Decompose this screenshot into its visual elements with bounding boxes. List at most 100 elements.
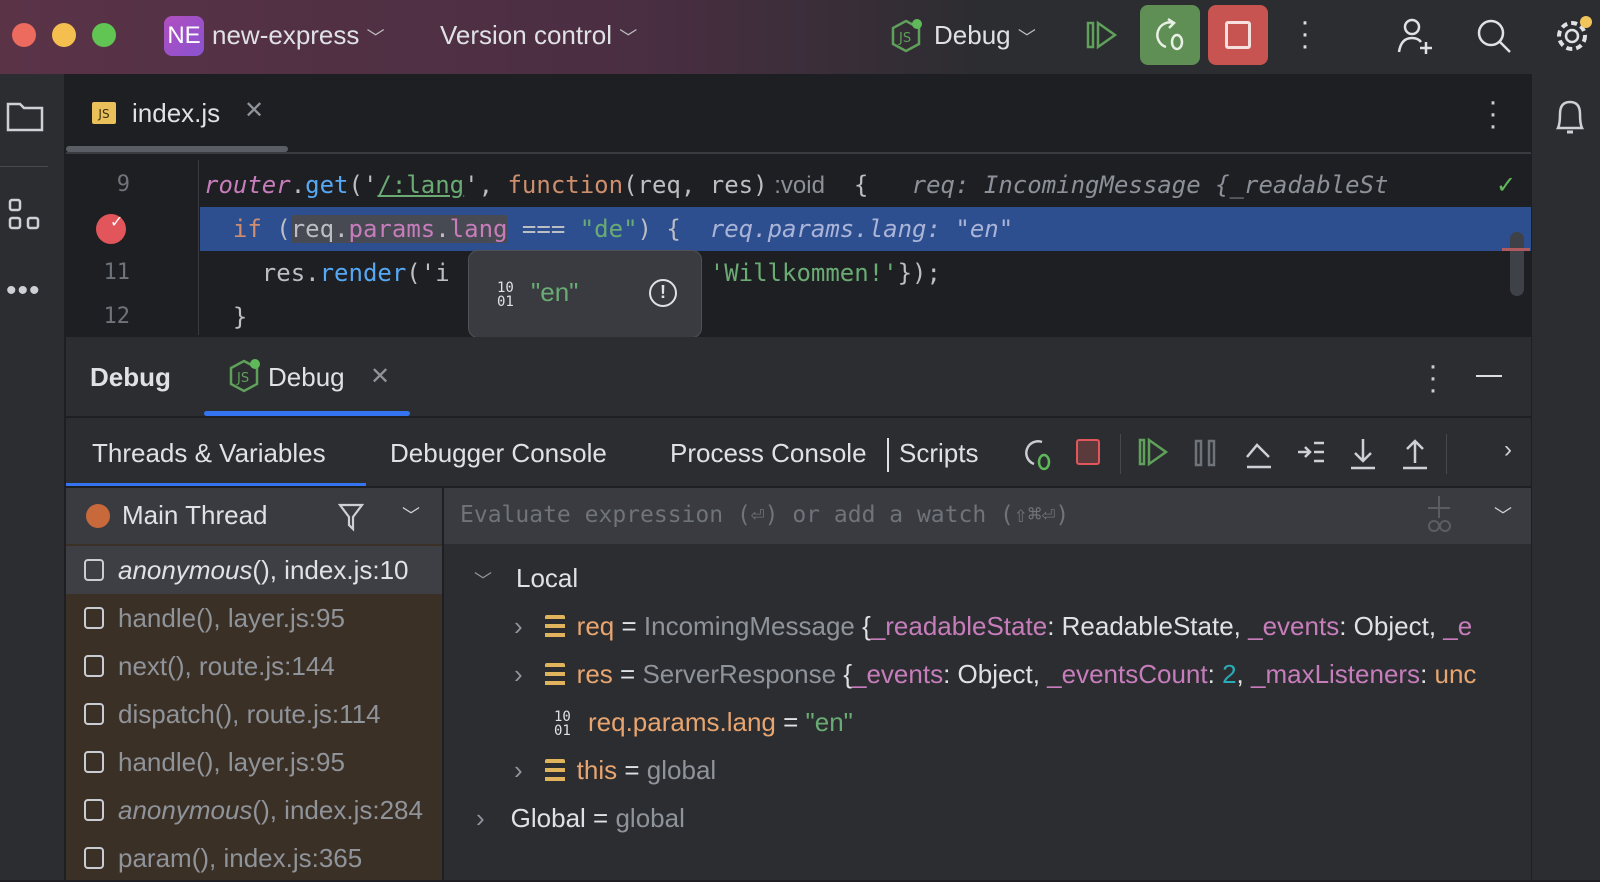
stack-frame[interactable]: handle(), layer.js:95 (66, 738, 442, 786)
rerun-debug-button[interactable] (1140, 5, 1200, 65)
tooltip-value: "en" (531, 277, 579, 307)
colon: : (943, 659, 958, 689)
stop-button[interactable] (1208, 5, 1268, 65)
field-value: Object (957, 659, 1033, 689)
add-watch-icon[interactable] (1424, 494, 1454, 539)
project-folder-icon[interactable] (6, 100, 44, 137)
pause-icon[interactable] (1194, 439, 1218, 472)
divider (66, 416, 1531, 418)
stack-frame[interactable]: next(), route.js:144 (66, 642, 442, 690)
code-line[interactable]: } (204, 295, 247, 339)
tab-debugger-console[interactable]: Debugger Console (390, 438, 607, 469)
code-token: . (290, 171, 306, 199)
editor-scrollbar[interactable] (1510, 232, 1524, 296)
info-icon[interactable]: ! (649, 279, 677, 307)
gutter-divider (198, 160, 199, 335)
tab-index-js[interactable]: index.js (132, 98, 220, 129)
settings-gear-icon[interactable] (1552, 14, 1596, 63)
resume-button[interactable] (1072, 5, 1132, 65)
stack-frame[interactable]: dispatch(), route.js:114 (66, 690, 442, 738)
code-line[interactable]: if (req.params.lang === "de") { req.para… (204, 207, 1013, 251)
frame-icon (84, 655, 104, 677)
structure-icon[interactable] (8, 198, 42, 237)
tab-threads-variables[interactable]: Threads & Variables (92, 438, 326, 469)
sep: , (1428, 611, 1444, 641)
close-window-button[interactable] (12, 23, 36, 47)
stack-frame[interactable]: anonymous(), index.js:284 (66, 786, 442, 834)
breakpoint-marker (1502, 248, 1530, 251)
step-out-icon[interactable] (1400, 437, 1430, 476)
var-name: res (576, 659, 613, 689)
project-selector[interactable]: new-express ﹀ (212, 20, 385, 51)
code-token: 'Willkommen!' (709, 259, 898, 287)
tab-scripts[interactable]: Scripts (899, 438, 978, 469)
maximize-window-button[interactable] (92, 23, 116, 47)
var-name: req (576, 611, 615, 641)
editor-more-icon[interactable]: · · · (1488, 87, 1498, 141)
stop-icon[interactable] (1076, 439, 1100, 465)
resume-icon[interactable] (1138, 437, 1170, 472)
divider (1446, 434, 1447, 474)
colon: : (1420, 659, 1435, 689)
code-token: (' (348, 171, 378, 199)
tab-process-console[interactable]: Process Console (670, 438, 867, 469)
stack-frame[interactable]: anonymous(), index.js:10 (66, 546, 442, 594)
chevron-right-icon[interactable]: › (514, 755, 523, 785)
right-tool-strip (1531, 74, 1600, 880)
variable-this[interactable]: › this = global (514, 746, 716, 794)
object-icon (544, 663, 565, 690)
filter-icon[interactable] (337, 502, 365, 537)
code-token: params (348, 215, 436, 243)
more-tools-icon[interactable]: ••• (6, 274, 41, 308)
primitive-type-icon: 10 01 (554, 709, 571, 740)
divider (887, 438, 889, 472)
frame-icon (84, 751, 104, 773)
scope-label: Local (516, 563, 579, 593)
notifications-bell-icon[interactable] (1552, 98, 1588, 143)
project-badge: NE (164, 16, 204, 56)
session-tab-debug[interactable]: Debug (268, 362, 345, 393)
minimize-window-button[interactable] (52, 23, 76, 47)
frame-location: (), index.js:284 (252, 795, 423, 825)
run-config-selector[interactable]: Debug ﹀ (934, 20, 1036, 51)
frame-function: param (118, 843, 192, 873)
frame-function: handle (118, 603, 197, 633)
stack-frame[interactable]: param(), index.js:365 (66, 834, 442, 882)
chevron-down-icon[interactable]: ﹀ (402, 502, 420, 528)
chevron-right-icon[interactable]: › (514, 659, 523, 689)
variable-req-params-lang[interactable]: 10 01 req.params.lang = "en" (554, 698, 853, 746)
stack-frame[interactable]: handle(), layer.js:95 (66, 594, 442, 642)
panel-more-icon[interactable]: · · · (1428, 351, 1438, 405)
local-scope-node[interactable]: ﹀ Local (474, 554, 578, 602)
close-tab-icon[interactable]: ✕ (244, 96, 264, 125)
step-into-my-code-icon[interactable] (1296, 437, 1326, 476)
evaluate-expression-input[interactable]: Evaluate expression (⏎) or add a watch (… (444, 488, 1531, 544)
eq: = (617, 755, 647, 785)
global-scope-node[interactable]: › Global = global (476, 794, 685, 842)
more-toolbar-chevron-icon[interactable]: › (1504, 436, 1512, 464)
chevron-right-icon[interactable]: › (476, 803, 485, 833)
code-token: ( (261, 215, 291, 243)
rerun-debug-icon[interactable] (1022, 436, 1054, 477)
close-session-icon[interactable]: ✕ (370, 362, 390, 391)
minimize-panel-icon[interactable] (1476, 375, 1502, 377)
colon: : (1047, 611, 1062, 641)
chevron-down-icon[interactable]: ﹀ (1494, 502, 1512, 528)
thread-selector[interactable]: Main Thread ﹀ (66, 488, 442, 544)
svg-text:JS: JS (236, 371, 249, 386)
code-line[interactable]: router.get('/:lang', function(req, res) … (204, 163, 1388, 207)
step-over-icon[interactable] (1244, 437, 1274, 476)
more-actions-icon[interactable]: · · · (1300, 7, 1310, 61)
frame-function: handle (118, 747, 197, 777)
step-into-icon[interactable] (1348, 437, 1378, 476)
variable-res[interactable]: › res = ServerResponse {_events: Object, … (514, 650, 1476, 698)
vcs-selector[interactable]: Version control ﹀ (440, 20, 637, 51)
code-token: ) { (637, 215, 710, 243)
search-icon[interactable] (1474, 16, 1514, 61)
add-user-icon[interactable] (1396, 16, 1436, 61)
variable-req[interactable]: › req = IncomingMessage {_readableState: … (514, 602, 1472, 650)
chevron-right-icon[interactable]: › (514, 611, 523, 641)
tab-scrollbar[interactable] (66, 146, 288, 152)
code-token: { (824, 171, 912, 199)
